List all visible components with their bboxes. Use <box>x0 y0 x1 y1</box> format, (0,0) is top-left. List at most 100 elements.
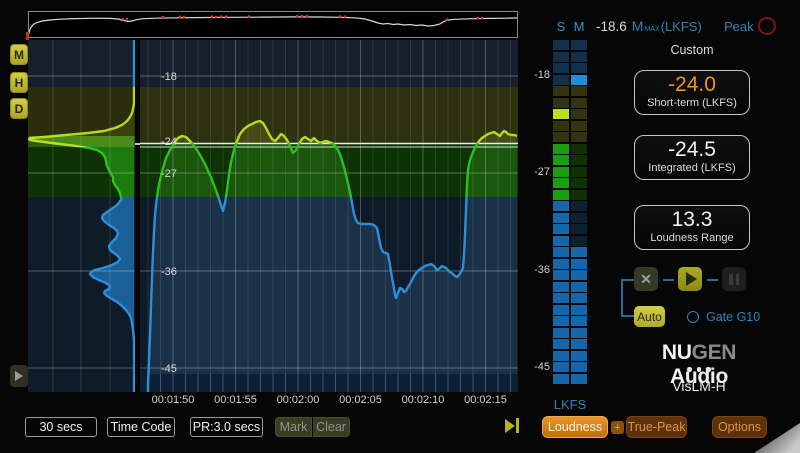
meter-segment <box>571 351 587 361</box>
meter-segment <box>571 316 587 326</box>
meter-segment <box>553 167 569 177</box>
meter-segment <box>553 247 569 257</box>
loudness-history-graph[interactable]: -18-24-27-36-45 <box>140 40 518 392</box>
meter-segment <box>553 374 569 384</box>
meter-scale-label: -36 <box>522 264 550 276</box>
meter-scale-label: -27 <box>522 166 550 178</box>
meter-segment <box>571 224 587 234</box>
meter-segment <box>553 75 569 85</box>
meter-segment <box>571 178 587 188</box>
bar-icon <box>516 418 519 433</box>
meter-scale-label: -18 <box>522 69 550 81</box>
meter-segment <box>571 40 587 50</box>
scroll-resume-button[interactable] <box>10 365 28 387</box>
gate-radio-button[interactable] <box>687 311 699 323</box>
loudness-distribution-histogram[interactable] <box>28 40 135 392</box>
mode-button-distribution[interactable]: D <box>10 98 28 119</box>
loudness-range-label: Loudness Range <box>635 232 749 245</box>
meter-segment <box>553 121 569 131</box>
connector-line <box>663 279 674 281</box>
gate-label: Gate G10 <box>706 310 760 324</box>
meter-segment <box>553 201 569 211</box>
play-button[interactable] <box>678 267 702 291</box>
time-window-button[interactable]: 30 secs <box>25 417 97 437</box>
mark-button[interactable]: Mark <box>275 417 312 437</box>
pause-icon <box>729 274 733 285</box>
overview-position-marker <box>26 32 29 40</box>
momentary-max-readout: -18.6 M MAX (LKFS) <box>596 18 702 34</box>
meter-segment <box>571 190 587 200</box>
meter-segment <box>553 63 569 73</box>
meter-segment <box>553 86 569 96</box>
connector-line <box>621 279 635 281</box>
time-label: 00:02:05 <box>339 394 382 406</box>
triangle-icon <box>505 419 515 433</box>
short-term-readout[interactable]: -24.0 Short-term (LKFS) <box>634 70 750 115</box>
meter-segment <box>553 293 569 303</box>
connector-line <box>621 315 635 317</box>
time-label: 00:02:00 <box>277 394 320 406</box>
meter-segment <box>553 224 569 234</box>
meter-segment <box>571 201 587 211</box>
meter-segment <box>553 132 569 142</box>
clear-button[interactable]: Clear <box>313 417 350 437</box>
target-line-gap-segment <box>135 143 140 145</box>
meter-segment <box>553 40 569 50</box>
product-name: VisLM-H <box>634 378 764 394</box>
meter-segment <box>553 259 569 269</box>
reset-button[interactable]: ✕ <box>634 267 658 291</box>
loudness-range-value: 13.3 <box>635 207 749 232</box>
level-label: -24 <box>161 136 177 148</box>
meter-segment <box>571 282 587 292</box>
level-label: -45 <box>161 363 177 375</box>
time-label: 00:02:10 <box>402 394 445 406</box>
loudness-tab-button[interactable]: Loudness <box>542 416 608 438</box>
meter-segment <box>571 328 587 338</box>
meter-segment <box>571 213 587 223</box>
peak-label: Peak <box>724 19 754 34</box>
meter-segment <box>571 121 587 131</box>
meter-segment <box>571 167 587 177</box>
history-plot: -18-24-27-36-45 <box>140 40 518 392</box>
meter-scale-label: -45 <box>522 361 550 373</box>
time-label: 00:01:55 <box>214 394 257 406</box>
integrated-value: -24.5 <box>635 137 749 162</box>
options-button[interactable]: Options <box>712 416 767 438</box>
true-peak-tab-button[interactable]: True-Peak <box>626 416 687 438</box>
mode-button-momentary[interactable]: M <box>10 44 28 65</box>
peak-indicator-lamp[interactable] <box>758 17 776 35</box>
connector-line <box>707 279 718 281</box>
meter-segment <box>553 316 569 326</box>
meter-segment <box>571 305 587 315</box>
integrated-readout[interactable]: -24.5 Integrated (LKFS) <box>634 135 750 180</box>
short-term-value: -24.0 <box>635 72 749 97</box>
timecode-button[interactable]: Time Code <box>107 417 175 437</box>
meter-segment <box>553 351 569 361</box>
pause-button[interactable] <box>722 267 746 291</box>
meter-segment <box>571 339 587 349</box>
auto-button[interactable]: Auto <box>634 306 665 327</box>
meter-segment <box>553 339 569 349</box>
meter-segment <box>571 109 587 119</box>
short-term-label: Short-term (LKFS) <box>635 97 749 110</box>
meter-unit-label: LKFS <box>549 397 591 412</box>
meter-segment <box>571 236 587 246</box>
practical-range-button[interactable]: PR:3.0 secs <box>190 417 263 437</box>
meter-column-label-m: M <box>571 19 587 34</box>
mmax-unit: (LKFS) <box>661 19 702 34</box>
meter-segment <box>553 190 569 200</box>
meter-segment <box>553 178 569 188</box>
preset-name[interactable]: Custom <box>642 43 742 57</box>
sm-loudness-meter <box>553 40 587 394</box>
loudness-range-readout[interactable]: 13.3 Loudness Range <box>634 205 750 250</box>
mode-button-history[interactable]: H <box>10 72 28 93</box>
level-label: -27 <box>161 168 177 180</box>
plus-button[interactable]: + <box>611 421 624 434</box>
play-icon <box>15 371 23 381</box>
skip-to-end-icon[interactable] <box>505 418 519 433</box>
meter-segment <box>553 144 569 154</box>
meter-segment <box>571 144 587 154</box>
meter-segment <box>553 305 569 315</box>
loudness-overview-strip[interactable] <box>28 11 518 38</box>
meter-segment <box>553 270 569 280</box>
